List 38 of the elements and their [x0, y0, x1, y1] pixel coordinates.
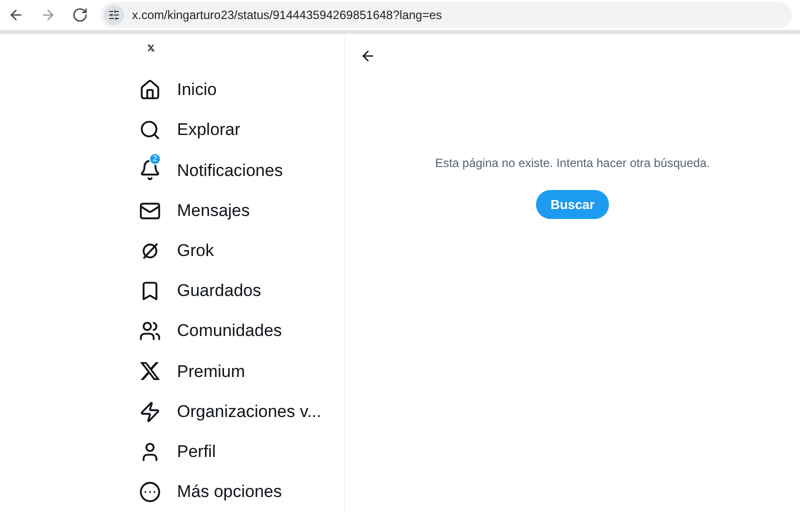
- error-message: Esta página no existe. Intenta hacer otra búsqueda.: [435, 155, 710, 172]
- nav-item[interactable]: Más opciones: [139, 472, 344, 512]
- nav-label: Grok: [177, 240, 214, 262]
- reload-icon[interactable]: [72, 7, 88, 23]
- search-icon: [139, 119, 161, 142]
- home-icon: [139, 79, 161, 102]
- nav-label: Más opciones: [177, 481, 282, 504]
- nav-item[interactable]: Perfil: [139, 432, 344, 472]
- nav-item[interactable]: Grok: [139, 230, 344, 271]
- nav-item[interactable]: Guardados: [139, 270, 344, 312]
- back-icon[interactable]: [8, 7, 24, 23]
- url-text: x.com/kingarturo23/status/914443594269851648?lang=es: [132, 7, 442, 24]
- nav-item[interactable]: Premium: [139, 351, 344, 392]
- nav-item[interactable]: Comunidades: [139, 311, 344, 352]
- nav-item[interactable]: Mensajes: [139, 190, 344, 231]
- back-icon[interactable]: [360, 48, 376, 64]
- nav-label: Notificaciones: [177, 160, 283, 182]
- nav-label: Premium: [177, 360, 246, 383]
- more-icon: [139, 480, 161, 503]
- people-icon: [139, 320, 161, 342]
- notification-badge: 2: [149, 153, 161, 166]
- nav-label: Mensajes: [177, 200, 250, 222]
- forward-icon[interactable]: [40, 7, 56, 23]
- nav-item[interactable]: Organizaciones v...: [139, 391, 344, 432]
- bell-icon: [139, 159, 161, 182]
- nav-label: Guardados: [177, 280, 262, 302]
- nav-item[interactable]: Explorar: [139, 110, 344, 150]
- site-settings-icon[interactable]: [104, 5, 124, 25]
- lightning-icon: [139, 400, 161, 423]
- nav-label: Perfil: [177, 440, 216, 463]
- nav-item[interactable]: Inicio: [139, 70, 344, 110]
- nav-label: Explorar: [177, 119, 240, 142]
- nav-item[interactable]: 2 Notificaciones: [139, 150, 344, 190]
- nav-label: Organizaciones v...: [177, 400, 322, 423]
- x-logo-icon: [139, 360, 161, 382]
- nav-label: Comunidades: [177, 320, 282, 342]
- nav-label: Inicio: [177, 79, 217, 102]
- address-bar[interactable]: x.com/kingarturo23/status/914443594269851648?lang=es: [100, 2, 792, 28]
